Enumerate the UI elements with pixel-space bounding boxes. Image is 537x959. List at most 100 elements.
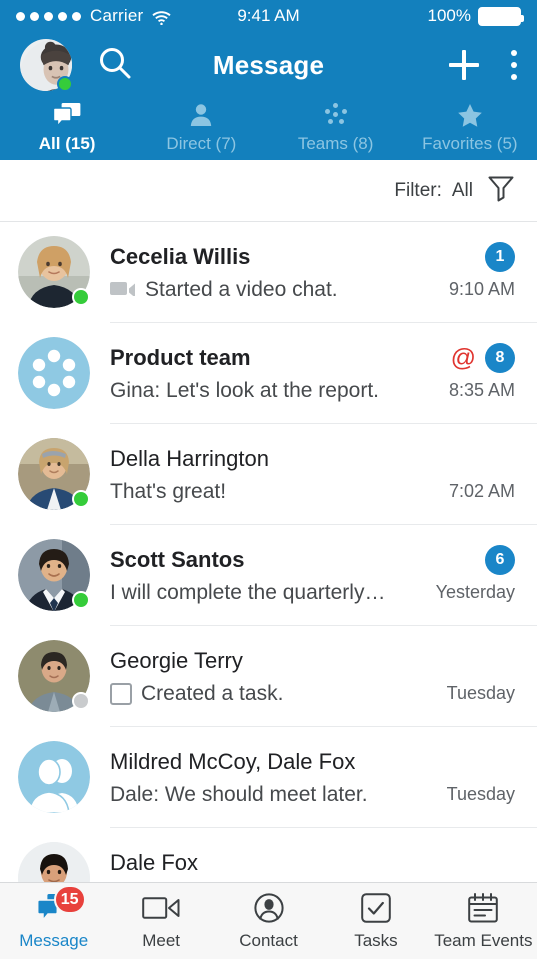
- conversation-timestamp: 7:02 AM: [448, 481, 515, 501]
- tab-direct[interactable]: Direct (7): [134, 102, 268, 154]
- mention-icon: @: [450, 343, 476, 372]
- list-item-body: Scott Santos I will complete the quarter…: [90, 525, 409, 605]
- avatar: [18, 640, 90, 712]
- list-item[interactable]: Georgie Terry Created a task. Tuesday: [0, 626, 537, 727]
- search-icon[interactable]: [98, 46, 132, 85]
- conversation-preview: I will complete the quarterly…: [110, 581, 385, 605]
- tab-teams[interactable]: Teams (8): [269, 102, 403, 154]
- tab-direct-label: Direct (7): [166, 134, 237, 153]
- filter-value[interactable]: All: [452, 180, 473, 202]
- battery-percent-label: 100%: [427, 6, 471, 25]
- conversation-timestamp: 9:10 AM: [448, 279, 515, 299]
- list-item-meta: 6 Yesterday: [409, 525, 515, 603]
- avatar-image: [18, 842, 90, 882]
- conversation-name: Georgie Terry: [110, 648, 243, 673]
- avatar: [18, 539, 90, 611]
- conversation-preview-text: That's great!: [110, 480, 227, 503]
- list-item[interactable]: Product team Gina: Let's look at the rep…: [0, 323, 537, 424]
- wifi-icon: [152, 10, 171, 26]
- tab-favorites[interactable]: Favorites (5): [403, 102, 537, 154]
- list-item[interactable]: Cecelia Willis Started a video chat. 1 9…: [0, 222, 537, 323]
- conversation-name: Dale Fox: [110, 850, 199, 875]
- bottom-tab-contact[interactable]: Contact: [215, 891, 322, 951]
- conversation-preview: Gina: Let's look at the report.: [110, 379, 379, 403]
- filter-bar: Filter: All: [0, 160, 537, 222]
- checkmark-square-icon: [361, 891, 391, 925]
- presence-indicator-offline: [72, 692, 90, 710]
- bottom-tab-message-label: Message: [19, 931, 89, 950]
- conversation-preview-text: Dale: We should meet later.: [110, 783, 368, 806]
- header-actions: [449, 48, 517, 82]
- conversation-timestamp: Yesterday: [435, 582, 515, 602]
- person-icon: [189, 102, 213, 128]
- app-header: Message: [0, 32, 537, 98]
- bottom-tab-contact-label: Contact: [239, 931, 298, 950]
- contact-person-icon: [253, 891, 284, 925]
- bottom-tab-team-events[interactable]: Team Events: [430, 891, 537, 951]
- filter-label: Filter:: [394, 179, 442, 201]
- presence-indicator-online: [72, 288, 90, 306]
- app-screen: Carrier 9:41 AM 100% Message All (15) Di…: [0, 0, 537, 959]
- list-item[interactable]: Scott Santos I will complete the quarter…: [0, 525, 537, 626]
- unread-badge: 8: [485, 343, 515, 373]
- bottom-tab-team-events-label: Team Events: [434, 931, 533, 950]
- avatar[interactable]: [20, 39, 73, 92]
- list-item-meta: 7:02 AM: [409, 424, 515, 502]
- chat-bubbles-icon: [53, 102, 81, 128]
- signal-strength-icon: [16, 11, 81, 21]
- list-item[interactable]: Dale Fox: [0, 828, 537, 882]
- list-item[interactable]: Mildred McCoy, Dale Fox Dale: We should …: [0, 727, 537, 828]
- tab-all-label: All (15): [38, 134, 96, 153]
- conversation-name: Scott Santos: [110, 547, 245, 572]
- presence-indicator-online: [72, 591, 90, 609]
- bottom-tab-meet[interactable]: Meet: [107, 891, 214, 951]
- message-bubbles-icon: 15: [36, 885, 86, 925]
- bottom-tab-message[interactable]: 15 Message: [0, 885, 107, 951]
- bottom-tab-bar: 15 Message Meet Contact Tasks Team Event…: [0, 882, 537, 959]
- badge-group: @ 8: [451, 343, 515, 373]
- badge-group: 6: [485, 545, 515, 575]
- conversation-list[interactable]: Cecelia Willis Started a video chat. 1 9…: [0, 222, 537, 882]
- bottom-tab-tasks-label: Tasks: [354, 931, 398, 950]
- list-item-meta: 1 9:10 AM: [409, 222, 515, 300]
- conversation-preview-text: I will complete the quarterly…: [110, 581, 386, 604]
- avatar: [18, 337, 90, 409]
- list-item-body: Mildred McCoy, Dale Fox Dale: We should …: [90, 727, 409, 807]
- list-item-body: Dale Fox: [90, 828, 409, 876]
- conversation-preview: Started a video chat.: [110, 278, 338, 302]
- carrier-label: Carrier: [90, 6, 144, 25]
- avatar: [18, 842, 90, 882]
- funnel-icon[interactable]: [487, 174, 515, 207]
- message-count-badge: 15: [53, 885, 86, 914]
- checkbox-icon[interactable]: [110, 683, 132, 705]
- conversation-name: Product team: [110, 345, 251, 370]
- conversation-preview-text: Started a video chat.: [145, 278, 338, 301]
- video-camera-icon: [142, 891, 180, 925]
- kebab-menu-icon[interactable]: [505, 48, 517, 82]
- list-item-meta: [409, 828, 515, 848]
- segment-tab-bar: All (15) Direct (7) Teams (8) Favorites …: [0, 98, 537, 160]
- status-bar-right: 100%: [427, 6, 524, 26]
- avatar: [18, 438, 90, 510]
- status-bar: Carrier 9:41 AM 100%: [0, 0, 537, 32]
- list-item[interactable]: Della Harrington That's great! 7:02 AM: [0, 424, 537, 525]
- conversation-timestamp: Tuesday: [446, 683, 515, 703]
- list-item-meta: @ 8 8:35 AM: [409, 323, 515, 401]
- plus-icon[interactable]: [449, 50, 479, 80]
- calendar-icon: [468, 891, 499, 925]
- conversation-preview-text: Gina: Let's look at the report.: [110, 379, 379, 402]
- tab-all[interactable]: All (15): [0, 102, 134, 154]
- unread-badge: 1: [485, 242, 515, 272]
- list-item-body: Georgie Terry Created a task.: [90, 626, 409, 706]
- avatar: [18, 236, 90, 308]
- conversation-name: Cecelia Willis: [110, 244, 251, 269]
- conversation-timestamp: 8:35 AM: [448, 380, 515, 400]
- conversation-preview: Dale: We should meet later.: [110, 783, 368, 807]
- bottom-tab-tasks[interactable]: Tasks: [322, 891, 429, 951]
- list-item-meta: Tuesday: [409, 727, 515, 805]
- conversation-name: Della Harrington: [110, 446, 269, 471]
- list-item-body: Product team Gina: Let's look at the rep…: [90, 323, 409, 403]
- list-item-body: Cecelia Willis Started a video chat.: [90, 222, 409, 302]
- conversation-timestamp: Tuesday: [446, 784, 515, 804]
- conversation-preview-text: Created a task.: [141, 682, 284, 705]
